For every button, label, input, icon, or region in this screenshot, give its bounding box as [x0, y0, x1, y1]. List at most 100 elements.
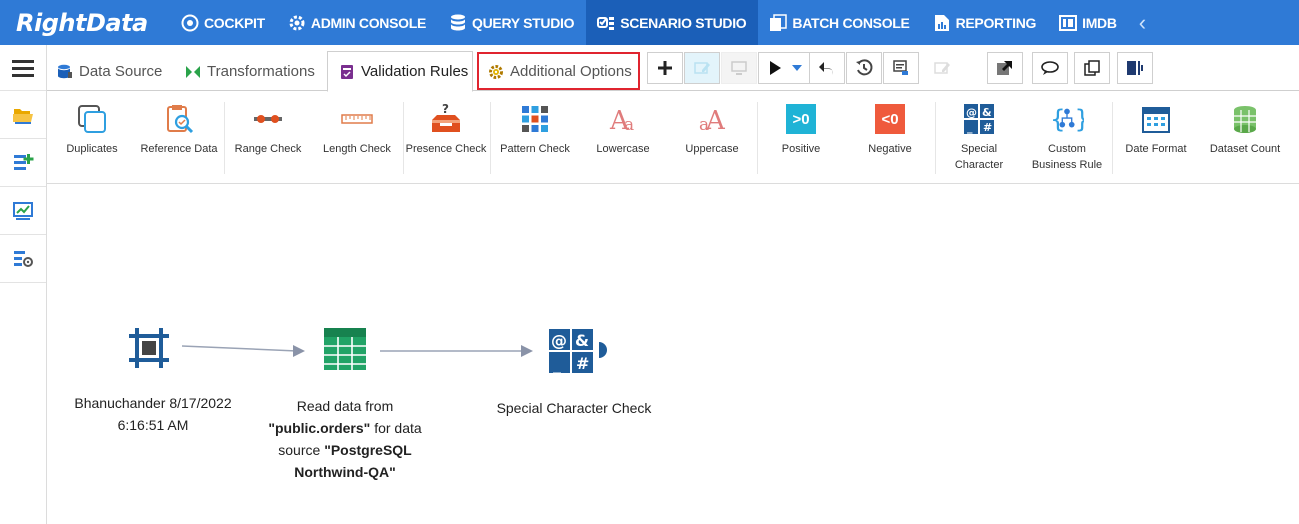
nav-cockpit[interactable]: COCKPIT	[170, 0, 277, 45]
highlight-box	[477, 52, 640, 90]
plus-icon	[658, 61, 672, 75]
custom-rule-icon: {}	[1050, 102, 1084, 136]
nav-batch-console-label: BATCH CONSOLE	[792, 14, 910, 31]
special-character-icon: @&_ #	[549, 329, 593, 374]
ribbon-date-format-label: Date Format	[1125, 143, 1187, 155]
ribbon-special-character[interactable]: @ & _ # Special Character	[936, 92, 1022, 184]
tab-validation-rules-label: Validation Rules	[361, 63, 469, 80]
run-button[interactable]	[758, 52, 810, 84]
monitor-icon	[731, 61, 747, 75]
chart-board-icon[interactable]	[0, 187, 46, 235]
ribbon-duplicates-label: Duplicates	[66, 143, 118, 155]
tab-data-source[interactable]: Data Source	[57, 51, 169, 92]
nav-collapse-chevron-left-icon[interactable]: ‹	[1129, 10, 1156, 36]
top-navigation: RightData COCKPIT ADMIN CONSOLE QUERY ST…	[0, 0, 1299, 45]
nav-imdb-label: IMDB	[1082, 14, 1117, 31]
ribbon-custom-business-rule-label: Custom Business Rule	[1031, 143, 1103, 171]
tab-validation-rules[interactable]: Validation Rules	[327, 51, 473, 92]
ribbon-range-check-label: Range Check	[234, 143, 302, 155]
edit-button[interactable]	[684, 52, 720, 84]
ribbon-uppercase[interactable]: aA Uppercase	[669, 92, 755, 184]
ribbon-pattern-check[interactable]: Pattern Check	[492, 92, 578, 184]
nav-admin-console[interactable]: ADMIN CONSOLE	[277, 0, 438, 45]
positive-glyph: >0	[792, 110, 810, 128]
comment-button[interactable]	[1032, 52, 1068, 84]
ribbon-lowercase[interactable]: Aa Lowercase	[580, 92, 666, 184]
svg-text:_: _	[553, 355, 561, 374]
ribbon-presence-check[interactable]: ? Presence Check	[403, 92, 489, 184]
svg-text:#: #	[983, 121, 992, 134]
scenario-start-label-line1: Bhanuchander 8/17/2022	[74, 395, 232, 411]
settings-list-icon[interactable]	[0, 235, 46, 283]
nav-batch-console[interactable]: BATCH CONSOLE	[758, 0, 921, 45]
tab-transformations[interactable]: Transformations	[185, 51, 320, 92]
ribbon-reference-data[interactable]: Reference Data	[136, 92, 222, 184]
ribbon-positive-label: Positive	[781, 143, 821, 155]
uppercase-icon: aA	[695, 102, 729, 136]
nav-admin-console-label: ADMIN CONSOLE	[310, 14, 427, 31]
export-icon	[893, 60, 908, 75]
nav-query-studio[interactable]: QUERY STUDIO	[438, 0, 586, 45]
left-rail	[0, 45, 47, 524]
nav-scenario-studio[interactable]: SCENARIO STUDIO	[586, 0, 759, 45]
nav-imdb[interactable]: IMDB	[1048, 0, 1129, 45]
scenario-start-node[interactable]	[127, 326, 171, 370]
ribbon-duplicates[interactable]: Duplicates	[49, 92, 135, 184]
copy-button[interactable]	[1074, 52, 1110, 84]
data-source-label-line1: Read data from	[296, 398, 394, 414]
validation-icon	[339, 64, 355, 80]
hamburger-menu-icon[interactable]	[0, 45, 46, 91]
export-button[interactable]	[883, 52, 919, 84]
special-character-check-node[interactable]: @ & _ #	[548, 328, 594, 374]
dataset-count-icon	[1228, 102, 1262, 136]
ribbon-dataset-count[interactable]: Dataset Count	[1202, 92, 1288, 184]
cockpit-icon	[181, 14, 199, 32]
notes-button[interactable]	[924, 52, 960, 84]
svg-text:a: a	[624, 115, 634, 135]
chevron-down-icon[interactable]	[792, 64, 802, 72]
svg-text:#: #	[576, 354, 589, 373]
data-source-node[interactable]	[322, 327, 368, 371]
monitor-button[interactable]	[721, 52, 757, 84]
ribbon-custom-business-rule[interactable]: {} Custom Business Rule	[1024, 92, 1110, 184]
svg-text:@: @	[551, 331, 567, 350]
nav-query-studio-label: QUERY STUDIO	[472, 14, 575, 31]
ribbon-separator	[490, 102, 491, 174]
tab-data-source-label: Data Source	[79, 63, 163, 80]
open-folder-icon[interactable]	[0, 91, 46, 139]
lowercase-icon: Aa	[606, 102, 640, 136]
ribbon-reference-data-label: Reference Data	[140, 143, 218, 155]
panel-toggle-icon	[1127, 61, 1143, 75]
nav-reporting[interactable]: REPORTING	[922, 0, 1049, 45]
panel-toggle-button[interactable]	[1117, 52, 1153, 84]
positive-icon: >0	[786, 104, 816, 134]
report-icon	[933, 14, 951, 32]
add-scenario-icon[interactable]	[0, 139, 46, 187]
ribbon-length-check[interactable]: Length Check	[314, 92, 400, 184]
svg-text:&: &	[575, 331, 589, 350]
notes-icon	[934, 62, 950, 74]
ribbon-range-check[interactable]: Range Check	[225, 92, 311, 184]
rightdata-logo[interactable]: RightData	[0, 0, 170, 45]
special-character-check-label: Special Character Check	[496, 400, 652, 416]
ribbon-negative[interactable]: <0 Negative	[847, 92, 933, 184]
open-external-button[interactable]	[987, 52, 1023, 84]
tab-bar: Data Source Transformations Validation R…	[47, 45, 1299, 92]
ribbon-date-format[interactable]: Date Format	[1113, 92, 1199, 184]
history-button[interactable]	[846, 52, 882, 84]
transform-icon	[185, 64, 201, 80]
scenario-start-icon	[129, 328, 169, 368]
svg-text:}: }	[1075, 105, 1084, 134]
gear-icon	[288, 14, 306, 32]
ribbon-positive[interactable]: >0 Positive	[758, 92, 844, 184]
scenario-start-label-line2: 6:16:51 AM	[117, 417, 189, 433]
undo-button[interactable]	[809, 52, 845, 84]
data-source-label-line2: "public.orders" for data source "Postgre…	[259, 417, 431, 483]
scenario-canvas[interactable]: Bhanuchander 8/17/2022 6:16:51 AM Read d…	[47, 185, 1299, 524]
ribbon-negative-label: Negative	[868, 143, 912, 155]
copy-icon	[1084, 60, 1100, 76]
undo-icon	[819, 62, 833, 75]
connectors	[181, 342, 607, 358]
add-button[interactable]	[647, 52, 683, 84]
negative-icon: <0	[875, 104, 905, 134]
